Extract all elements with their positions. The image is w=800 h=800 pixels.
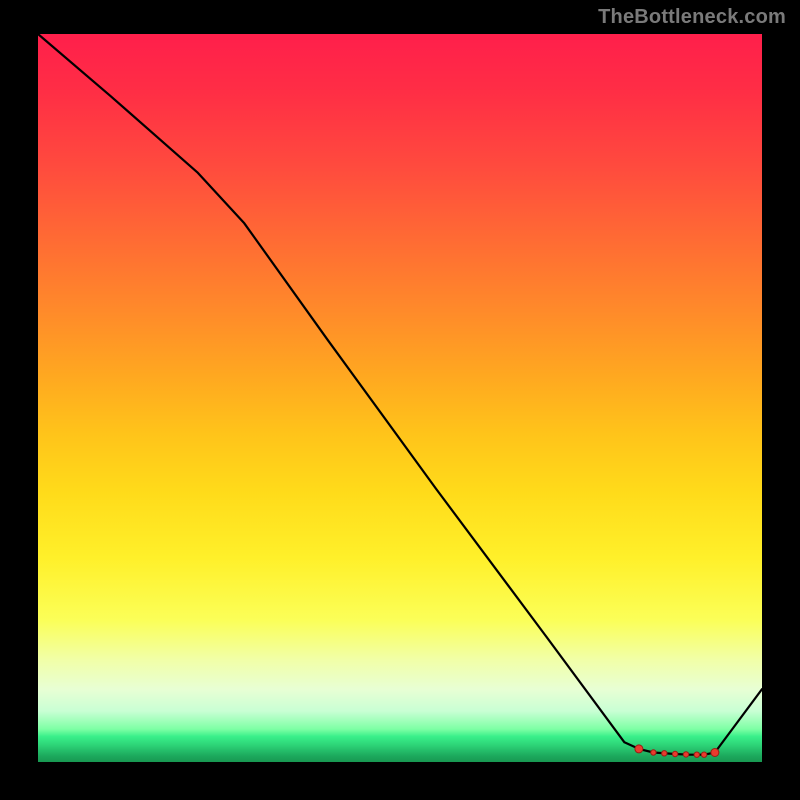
highlight-dot — [672, 751, 677, 756]
curve-svg — [38, 34, 762, 762]
highlight-dot — [711, 749, 719, 757]
curve-path-group — [38, 34, 762, 755]
highlight-dot — [701, 752, 706, 757]
plot-area — [38, 34, 762, 762]
highlight-dot — [635, 745, 643, 753]
watermark-text: TheBottleneck.com — [598, 6, 786, 29]
highlight-dot — [694, 752, 699, 757]
chart-stage: TheBottleneck.com — [0, 0, 800, 800]
highlight-dot — [683, 752, 688, 757]
highlight-dot — [651, 750, 656, 755]
curve-line — [38, 34, 762, 755]
highlight-dot — [662, 751, 667, 756]
